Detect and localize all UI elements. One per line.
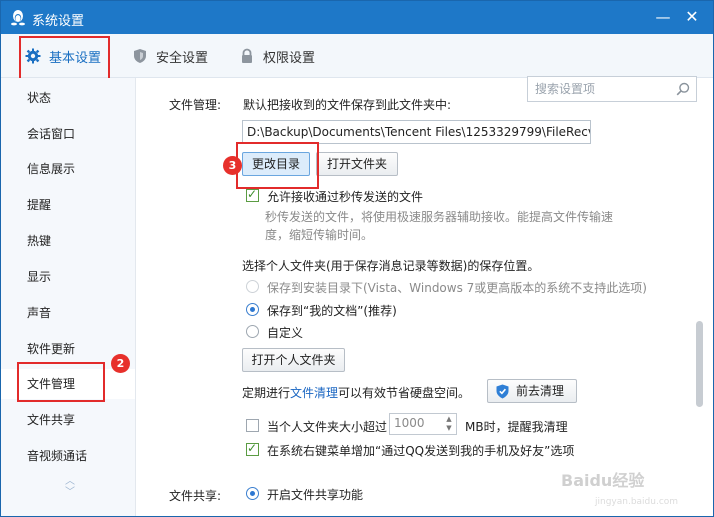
radio-my-documents-label: 保存到“我的文档”(推荐) — [267, 304, 397, 318]
save-location-description: 默认把接收到的文件保存到此文件夹中: — [243, 98, 452, 112]
open-folder-button[interactable]: 打开文件夹 — [316, 152, 398, 176]
annotation-marker-2: 2 — [111, 354, 130, 373]
size-limit-prefix: 当个人文件夹大小超过 — [267, 420, 388, 434]
sidebar-item-display[interactable]: 显示 — [1, 262, 135, 292]
go-clean-button[interactable]: 前去清理 — [487, 379, 577, 403]
enable-file-sharing-label: 开启文件共享功能 — [267, 488, 364, 502]
radio-custom[interactable] — [246, 325, 259, 338]
cleanup-suffix: 可以有效节省硬盘空间。 — [338, 386, 471, 400]
radio-enable-file-sharing[interactable] — [246, 487, 259, 500]
chevron-up-icon[interactable]: ︿ — [63, 476, 77, 487]
stepper-down-icon[interactable]: ▼ — [444, 424, 454, 433]
size-limit-suffix: MB时，提醒我清理 — [465, 420, 568, 434]
annotation-marker-3: 3 — [223, 156, 242, 175]
radio-install-directory[interactable] — [246, 280, 259, 293]
context-menu-checkbox[interactable] — [246, 441, 259, 456]
annotation-box-change-directory — [236, 142, 319, 189]
lock-icon — [242, 48, 252, 63]
cleanup-prefix: 定期进行 — [242, 386, 291, 400]
instant-transfer-description-1: 秒传发送的文件，将使用极速服务器辅助接收。能提高文件传输速 — [265, 210, 614, 224]
tab-security-settings[interactable]: 安全设置 — [132, 34, 208, 78]
size-limit-stepper[interactable]: 1000 ▲ ▼ — [389, 413, 457, 435]
minimize-button[interactable]: — — [652, 7, 674, 27]
sidebar-item-file-sharing[interactable]: 文件共享 — [1, 405, 135, 435]
chevron-down-icon[interactable]: ﹀ — [63, 487, 77, 498]
search-icon[interactable] — [676, 82, 690, 96]
qq-penguin-icon — [11, 10, 25, 26]
watermark-url: jingyan.baidu.com — [595, 497, 679, 507]
sidebar-item-status[interactable]: 状态 — [1, 83, 135, 113]
file-cleanup-link[interactable]: 文件清理 — [290, 386, 338, 400]
watermark-logo: Baidu经验 — [561, 471, 645, 490]
radio-custom-label: 自定义 — [267, 326, 304, 340]
context-menu-label: 在系统右键菜单增加“通过QQ发送到我的手机及好友”选项 — [267, 444, 575, 458]
allow-instant-transfer-checkbox[interactable] — [246, 187, 259, 202]
size-limit-reminder-checkbox[interactable] — [246, 419, 259, 432]
sidebar-item-sound[interactable]: 声音 — [1, 298, 135, 328]
sidebar-item-hotkeys[interactable]: 热键 — [1, 226, 135, 256]
close-button[interactable]: ✕ — [681, 7, 703, 27]
sidebar-item-av-call[interactable]: 音视频通话 — [1, 441, 135, 471]
go-clean-label: 前去清理 — [516, 384, 565, 398]
allow-instant-transfer-label: 允许接收通过秒传发送的文件 — [267, 190, 424, 204]
content-scrollbar[interactable] — [696, 321, 703, 407]
settings-search[interactable] — [527, 76, 697, 102]
shield-icon — [134, 49, 146, 63]
cleanup-hint: 定期进行文件清理可以有效节省硬盘空间。 — [242, 384, 470, 401]
window-title: 系统设置 — [32, 14, 85, 29]
tab-permission-label: 权限设置 — [263, 50, 316, 66]
annotation-box-basic-settings — [19, 36, 110, 80]
stepper-up-icon[interactable]: ▲ — [444, 415, 454, 424]
sidebar-item-chat-window[interactable]: 会话窗口 — [1, 119, 135, 149]
sidebar: 状态 会话窗口 信息展示 提醒 热键 显示 声音 软件更新 文件管理 文件共享 … — [1, 78, 136, 516]
sidebar-item-info-display[interactable]: 信息展示 — [1, 154, 135, 184]
search-input[interactable] — [528, 77, 668, 101]
tab-permission-settings[interactable]: 权限设置 — [239, 34, 315, 78]
settings-window: 系统设置 — ✕ 基本设置 安全设置 权限设置 搜索设置项 状态 会话窗口 信息… — [0, 0, 714, 517]
instant-transfer-description-2: 度，缩短传输时间。 — [265, 228, 374, 242]
personal-folder-description: 选择个人文件夹(用于保存消息记录等数据)的保存位置。 — [242, 259, 540, 273]
radio-my-documents[interactable] — [246, 303, 259, 316]
tab-security-label: 安全设置 — [156, 50, 209, 66]
title-bar: 系统设置 — ✕ — [1, 1, 713, 34]
sidebar-item-reminders[interactable]: 提醒 — [1, 190, 135, 220]
sidebar-scroll-arrows[interactable]: ︿ ﹀ — [63, 476, 77, 498]
file-sharing-section-label: 文件共享: — [169, 489, 222, 503]
receive-folder-path-field[interactable]: D:\Backup\Documents\Tencent Files\125332… — [242, 120, 591, 144]
file-management-section-label: 文件管理: — [169, 98, 222, 112]
open-personal-folder-button[interactable]: 打开个人文件夹 — [242, 348, 345, 372]
size-limit-value[interactable]: 1000 — [394, 416, 425, 430]
annotation-box-file-management — [17, 362, 105, 402]
radio-install-directory-label: 保存到安装目录下(Vista、Windows 7或更高版本的系统不支持此选项) — [267, 281, 647, 295]
shield-check-icon — [496, 384, 509, 399]
